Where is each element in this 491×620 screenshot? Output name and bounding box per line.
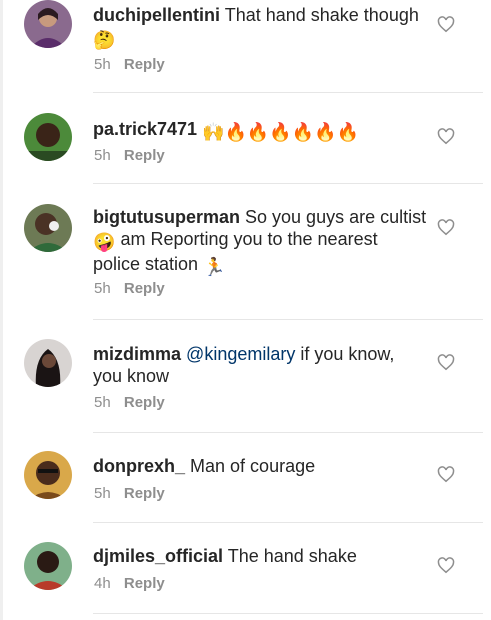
divider — [93, 319, 483, 320]
heart-icon[interactable] — [437, 16, 455, 33]
reply-button[interactable]: Reply — [124, 280, 165, 297]
comment-text: djmiles_official The hand shake — [93, 545, 428, 567]
comment-time: 5h — [94, 56, 111, 73]
comment-meta: 5h Reply — [94, 280, 165, 297]
avatar[interactable] — [24, 0, 72, 48]
comment-username[interactable]: donprexh_ — [93, 456, 185, 476]
avatar[interactable] — [24, 113, 72, 161]
comment-time: 5h — [94, 280, 111, 297]
heart-icon[interactable] — [437, 219, 455, 236]
divider — [93, 522, 483, 523]
comment-meta: 5h Reply — [94, 147, 165, 164]
divider — [93, 92, 483, 93]
left-edge-rule — [0, 0, 3, 620]
comment-body: So you guys are cultist — [245, 207, 427, 227]
comment-text: duchipellentini That hand shake though 🤔 — [93, 4, 428, 51]
divider — [93, 613, 483, 614]
reply-button[interactable]: Reply — [124, 147, 165, 164]
comment-meta: 5h Reply — [94, 485, 165, 502]
comment-username[interactable]: djmiles_official — [93, 546, 223, 566]
comment-text: pa.trick7471 🙌🔥🔥🔥🔥🔥🔥 — [93, 118, 428, 143]
comment-meta: 4h Reply — [94, 575, 165, 592]
comment-text: donprexh_ Man of courage — [93, 455, 428, 477]
comment-body: The hand shake — [227, 546, 357, 566]
comment-emoji-2: 🏃 — [203, 257, 226, 277]
comment-body-continued: am Reporting you to the nearest police s… — [93, 229, 378, 274]
comment-username[interactable]: bigtutusuperman — [93, 207, 240, 227]
heart-icon[interactable] — [437, 557, 455, 574]
comment-body: That hand shake though — [224, 5, 419, 25]
divider — [93, 432, 483, 433]
reply-button[interactable]: Reply — [124, 56, 165, 73]
reply-button[interactable]: Reply — [124, 575, 165, 592]
comment-body: Man of courage — [190, 456, 316, 476]
comment-time: 5h — [94, 394, 111, 411]
heart-icon[interactable] — [437, 466, 455, 483]
comment-emoji: 🤪 — [93, 232, 116, 252]
comment-meta: 5h Reply — [94, 394, 165, 411]
comment-time: 4h — [94, 575, 111, 592]
comment-text: bigtutusuperman So you guys are cultist … — [93, 206, 428, 278]
comment-time: 5h — [94, 147, 111, 164]
avatar[interactable] — [24, 339, 72, 387]
avatar[interactable] — [24, 204, 72, 252]
reply-button[interactable]: Reply — [124, 485, 165, 502]
comment-text: mizdimma @kingemilary if you know, you k… — [93, 343, 428, 387]
avatar[interactable] — [24, 451, 72, 499]
comment-username[interactable]: duchipellentini — [93, 5, 220, 25]
heart-icon[interactable] — [437, 128, 455, 145]
comment-time: 5h — [94, 485, 111, 502]
comment-meta: 5h Reply — [94, 56, 165, 73]
heart-icon[interactable] — [437, 354, 455, 371]
comment-emoji: 🙌🔥🔥🔥🔥🔥🔥 — [202, 122, 359, 142]
divider — [93, 183, 483, 184]
comment-username[interactable]: pa.trick7471 — [93, 119, 197, 139]
comment-emoji: 🤔 — [93, 30, 116, 50]
comment-mention[interactable]: @kingemilary — [186, 344, 295, 364]
comment-username[interactable]: mizdimma — [93, 344, 181, 364]
reply-button[interactable]: Reply — [124, 394, 165, 411]
avatar[interactable] — [24, 542, 72, 590]
